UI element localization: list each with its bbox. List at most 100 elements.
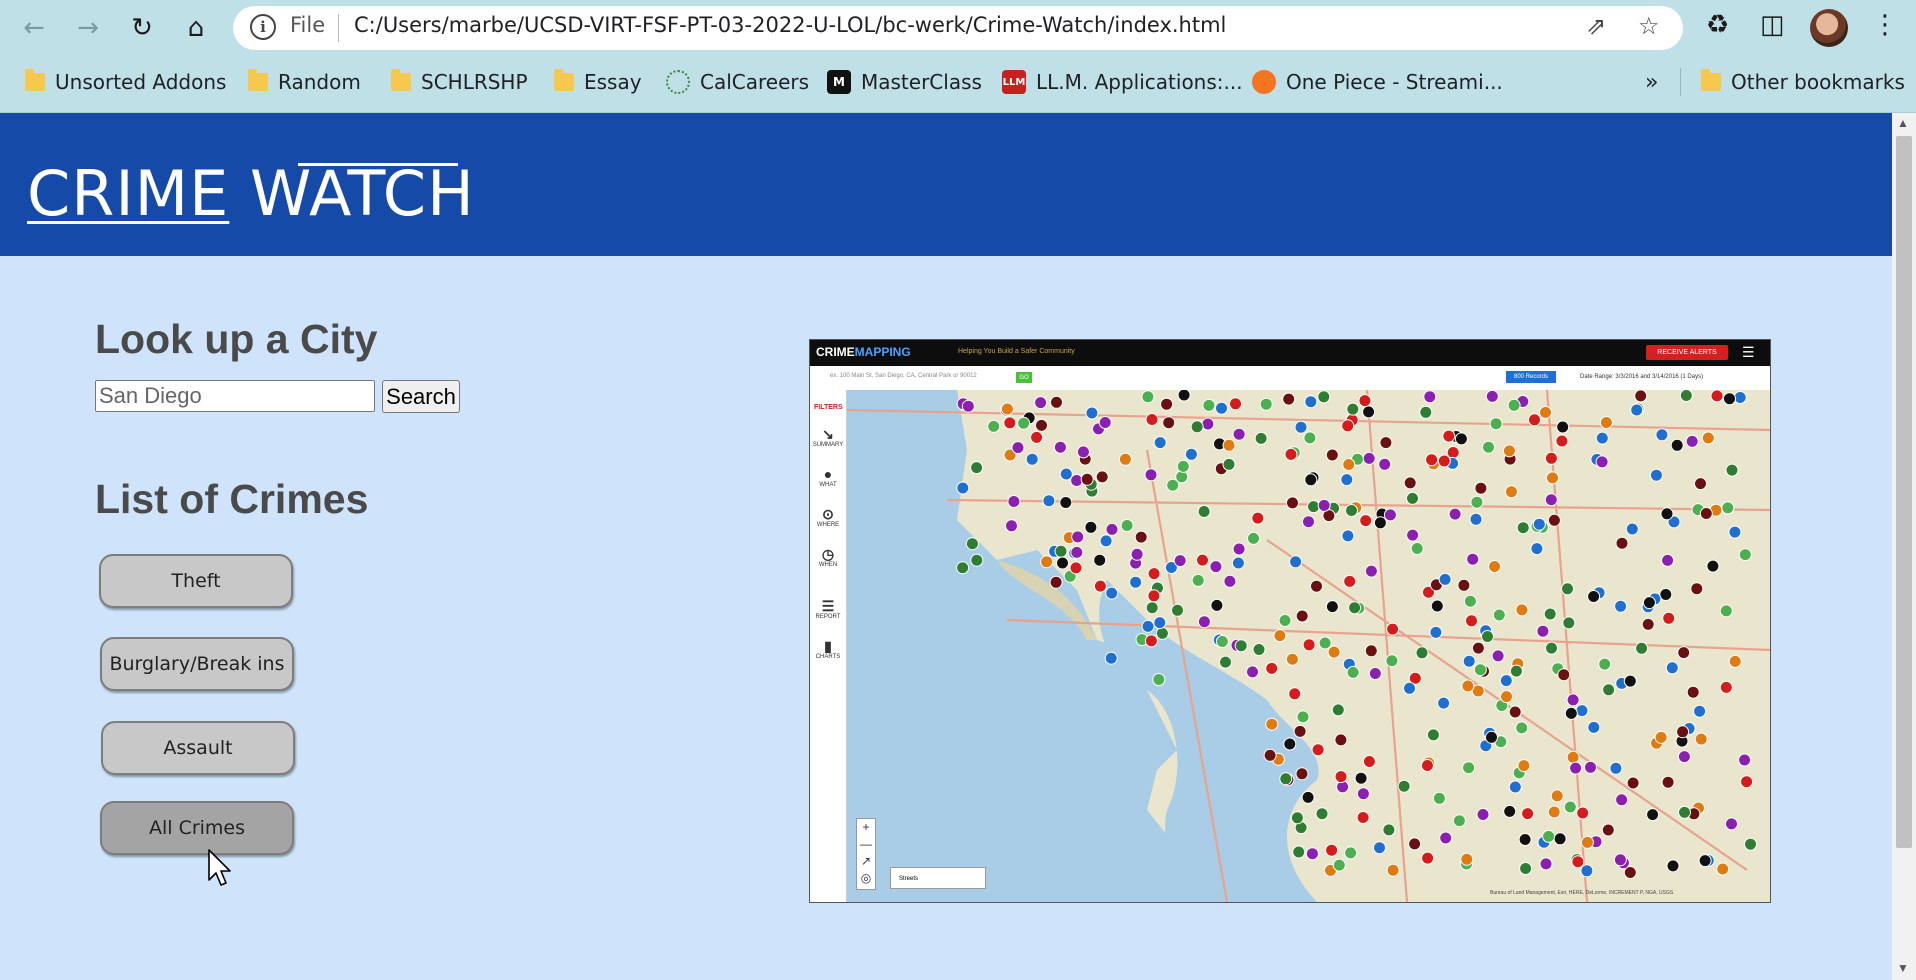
scroll-down-arrow-icon[interactable]: ▼ xyxy=(1897,961,1909,975)
bookmark-label: LL.M. Applications:... xyxy=(1036,70,1243,94)
crime-pin xyxy=(1247,531,1260,545)
map-search-placeholder: ex. 100 Main St, San Diego, CA, Central … xyxy=(830,373,977,379)
bookmark-masterclass[interactable]: M MasterClass xyxy=(827,64,982,100)
bookmark-schlrshp[interactable]: SCHLRSHP xyxy=(391,64,528,100)
burglary-button[interactable]: Burglary/Break ins xyxy=(100,637,294,691)
crime-pin xyxy=(1265,661,1279,675)
bookmark-one-piece[interactable]: One Piece - Streami... xyxy=(1252,64,1503,100)
assault-button[interactable]: Assault xyxy=(101,721,295,775)
crime-pin xyxy=(1502,444,1516,458)
crime-pin xyxy=(1279,772,1293,786)
crime-pin xyxy=(1318,636,1332,650)
crime-pin xyxy=(1196,553,1209,567)
crime-pin xyxy=(1155,626,1169,640)
where-label: WHERE xyxy=(816,522,840,528)
crime-pin xyxy=(1461,679,1475,693)
home-icon[interactable]: ⌂ xyxy=(176,8,216,48)
crime-pin xyxy=(1294,420,1308,434)
crime-pin xyxy=(1176,459,1190,473)
crime-pin xyxy=(1229,397,1242,411)
search-button[interactable]: Search xyxy=(382,380,460,413)
bookmark-label: One Piece - Streami... xyxy=(1286,70,1503,94)
crime-pin xyxy=(1615,536,1629,550)
profile-avatar[interactable] xyxy=(1810,9,1848,47)
city-search-input[interactable] xyxy=(95,380,375,412)
crime-pin xyxy=(1104,651,1118,665)
crime-pin xyxy=(1356,787,1370,801)
crime-pin xyxy=(1716,862,1730,876)
crime-pin xyxy=(1305,847,1319,861)
crime-pin xyxy=(1740,775,1754,789)
crime-pin xyxy=(1386,863,1400,877)
reload-icon[interactable]: ↻ xyxy=(122,8,162,48)
crime-pin xyxy=(1059,467,1073,481)
crime-pin xyxy=(1654,730,1668,744)
crime-pin xyxy=(1580,864,1594,878)
crime-pin xyxy=(1080,472,1094,486)
share-icon[interactable]: ⇗ xyxy=(1586,12,1606,40)
crime-pin xyxy=(1053,440,1067,454)
crime-pin xyxy=(1686,685,1700,699)
extensions-icon[interactable]: ♻ xyxy=(1706,10,1729,40)
crime-pin xyxy=(1452,814,1466,828)
bookmark-llm-applications[interactable]: LLM LL.M. Applications:... xyxy=(1002,64,1243,100)
bookmark-calcareers[interactable]: CalCareers xyxy=(666,64,809,100)
all-crimes-button[interactable]: All Crimes xyxy=(100,801,294,855)
crime-pin xyxy=(1190,420,1204,434)
theft-button[interactable]: Theft xyxy=(99,554,293,608)
crime-pin xyxy=(1499,674,1513,688)
bookmarks-overflow-chevron[interactable]: » xyxy=(1645,64,1658,100)
folder-icon xyxy=(391,69,411,91)
info-icon[interactable]: i xyxy=(250,14,276,40)
crime-pin xyxy=(1040,555,1054,569)
back-icon[interactable]: ← xyxy=(14,8,54,48)
crime-pin xyxy=(1547,805,1561,819)
crime-pin xyxy=(1359,514,1373,528)
summary-tool: ↘ SUMMARY xyxy=(810,426,846,448)
logo-crime: CRIME xyxy=(816,345,855,359)
crime-pin xyxy=(1293,724,1307,738)
crime-pin xyxy=(1344,846,1358,860)
crime-pin xyxy=(1706,559,1720,573)
where-tool: ⊙ WHERE xyxy=(810,506,846,528)
crime-pin xyxy=(1282,392,1296,406)
crime-pin xyxy=(1093,579,1107,593)
crime-pin xyxy=(1503,804,1517,818)
crime-pin xyxy=(1034,396,1048,410)
other-bookmarks[interactable]: Other bookmarks xyxy=(1701,64,1905,100)
scrollbar-thumb[interactable] xyxy=(1896,136,1912,848)
crime-pin xyxy=(1677,750,1691,764)
crime-pin xyxy=(1528,413,1541,427)
menu-kebab-icon[interactable]: ⋮ xyxy=(1872,10,1898,40)
bookmark-label: Essay xyxy=(584,70,642,94)
url-text[interactable]: C:/Users/marbe/UCSD-VIRT-FSF-PT-03-2022-… xyxy=(354,13,1226,37)
crime-pin xyxy=(1690,582,1704,596)
crime-pin xyxy=(1698,854,1712,868)
bookmark-unsorted-addons[interactable]: Unsorted Addons xyxy=(25,64,226,100)
crime-pin xyxy=(1332,858,1346,872)
crime-pin xyxy=(1042,494,1056,508)
bookmark-random[interactable]: Random xyxy=(248,64,361,100)
map-zoom-control: + — ↗ ◎ xyxy=(856,818,876,890)
crime-pin xyxy=(1290,811,1304,825)
crime-pin xyxy=(1515,603,1529,617)
crime-pin xyxy=(1569,761,1583,775)
crime-pin xyxy=(1580,835,1594,849)
crime-pin xyxy=(1035,418,1048,432)
charts-tool: ▮ CHARTS xyxy=(810,638,846,660)
crime-pin xyxy=(1646,808,1660,822)
star-icon[interactable]: ☆ xyxy=(1638,12,1660,40)
crime-pin xyxy=(1069,561,1083,575)
crime-pin xyxy=(1474,481,1488,495)
crime-pin xyxy=(1665,661,1679,675)
llm-icon: LLM xyxy=(1002,70,1026,94)
crime-pin xyxy=(1259,397,1273,411)
crime-pin xyxy=(1378,457,1392,471)
scroll-up-arrow-icon[interactable]: ▲ xyxy=(1897,116,1909,130)
bookmark-essay[interactable]: Essay xyxy=(554,64,642,100)
crime-pin xyxy=(1341,529,1355,543)
crime-pin xyxy=(1626,776,1640,790)
forward-icon[interactable]: → xyxy=(68,8,108,48)
side-panel-icon[interactable]: ◫ xyxy=(1760,10,1785,40)
crime-pin xyxy=(1304,395,1318,409)
